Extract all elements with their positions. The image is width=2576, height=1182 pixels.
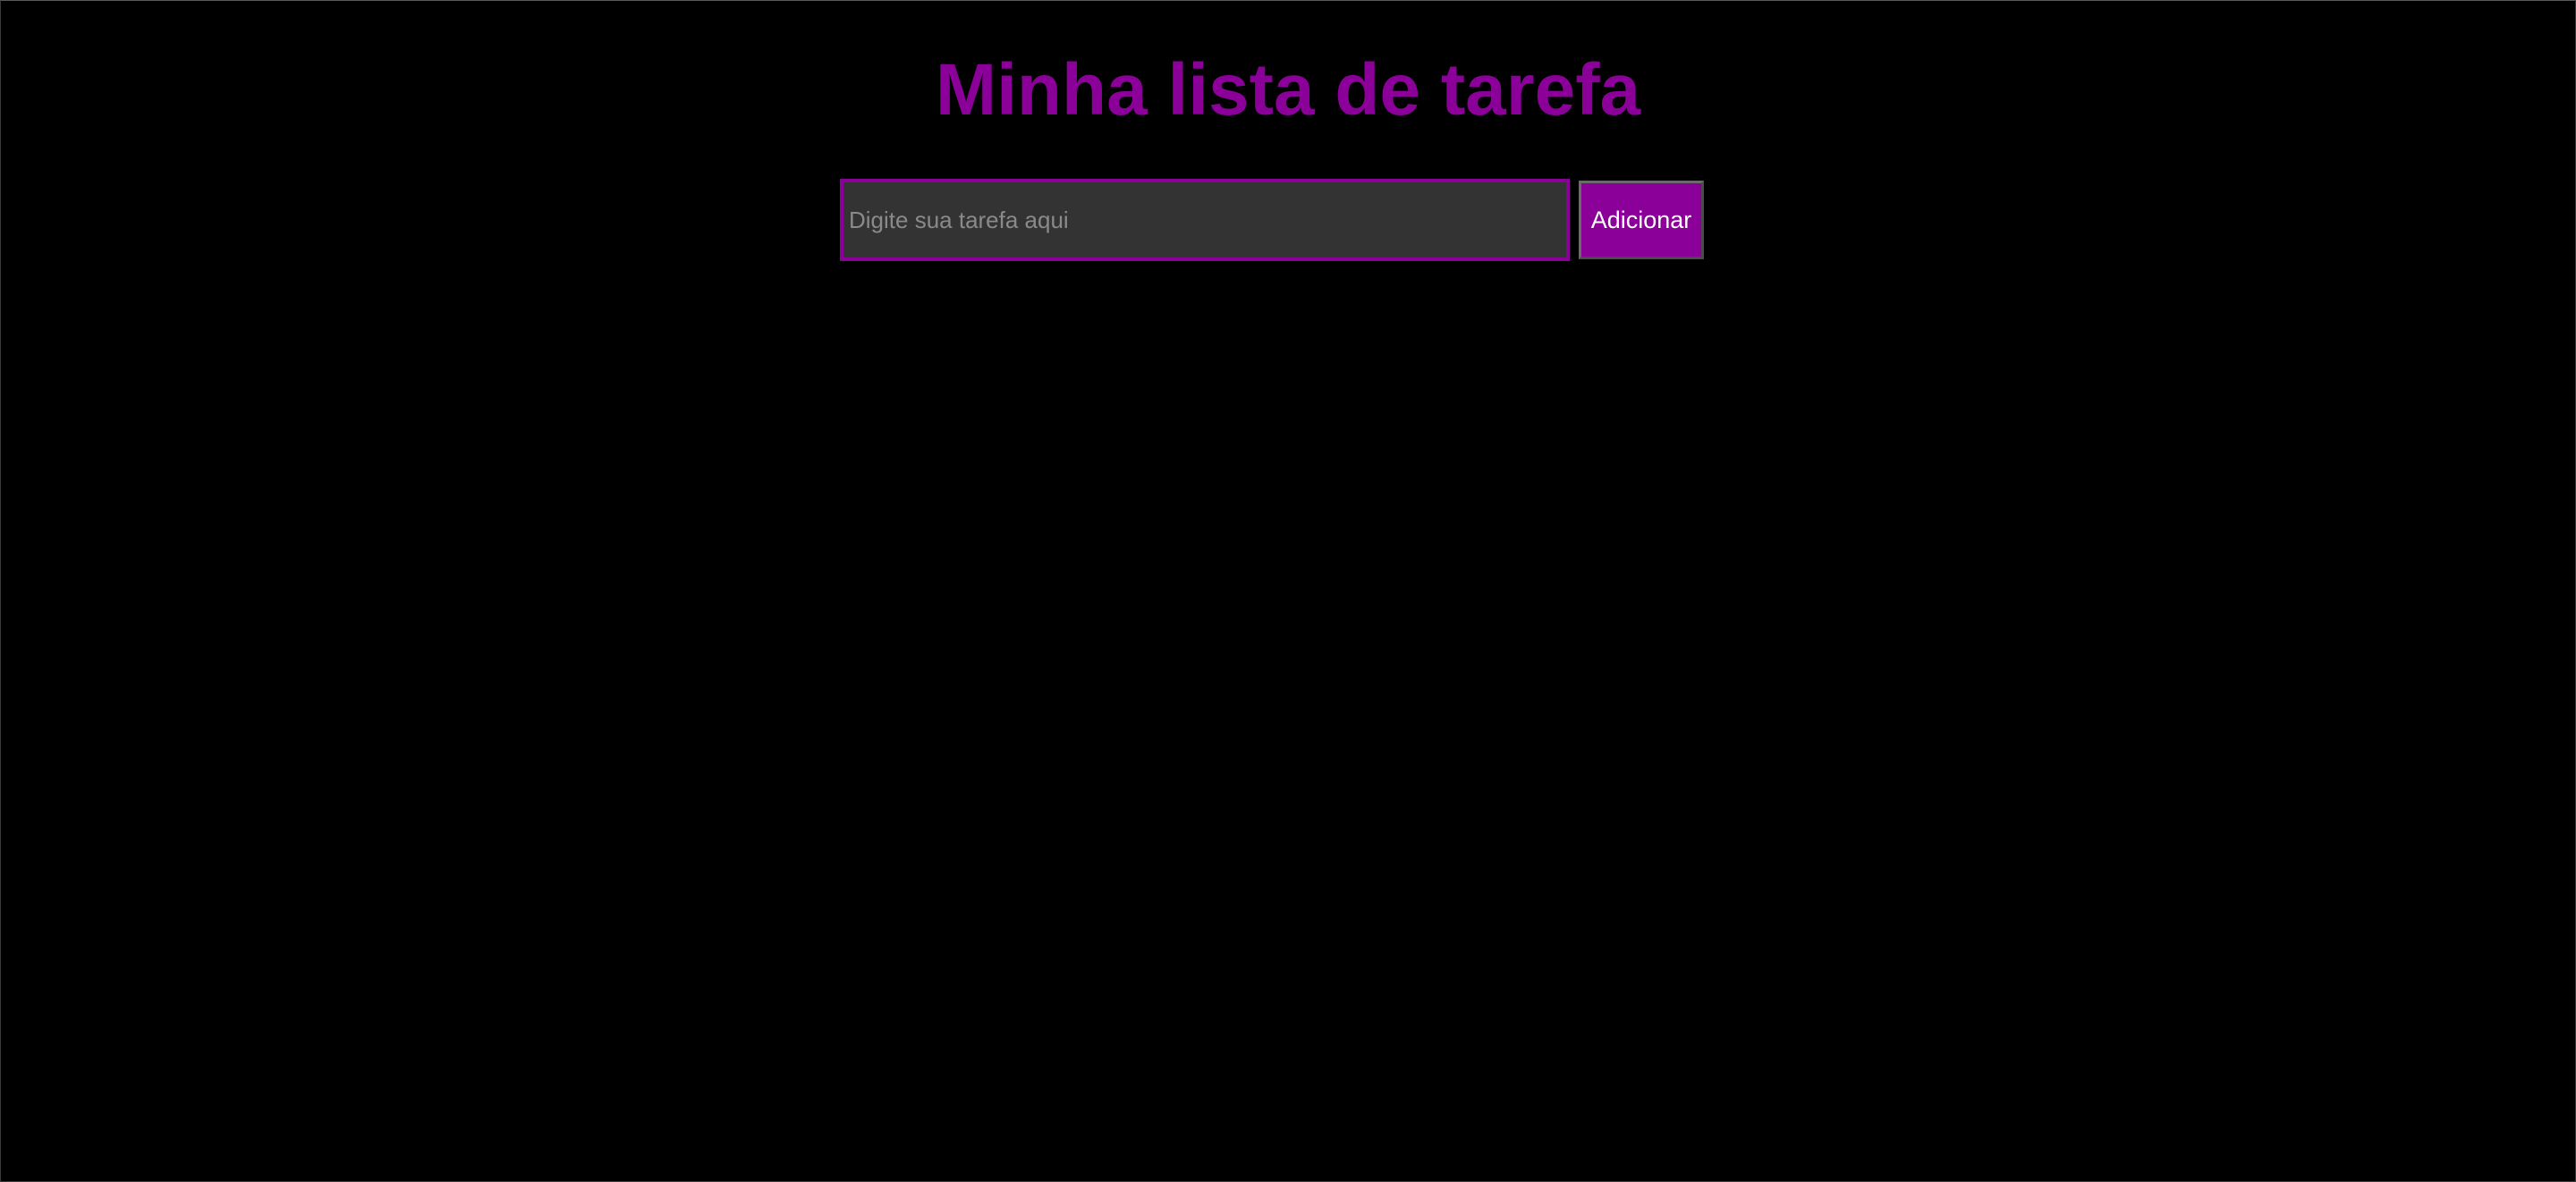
add-task-form: Adicionar bbox=[840, 179, 1704, 261]
page-frame bbox=[0, 0, 2576, 1182]
add-task-button[interactable]: Adicionar bbox=[1579, 181, 1704, 259]
page-title: Minha lista de tarefa bbox=[935, 49, 1641, 131]
task-input[interactable] bbox=[840, 179, 1570, 261]
